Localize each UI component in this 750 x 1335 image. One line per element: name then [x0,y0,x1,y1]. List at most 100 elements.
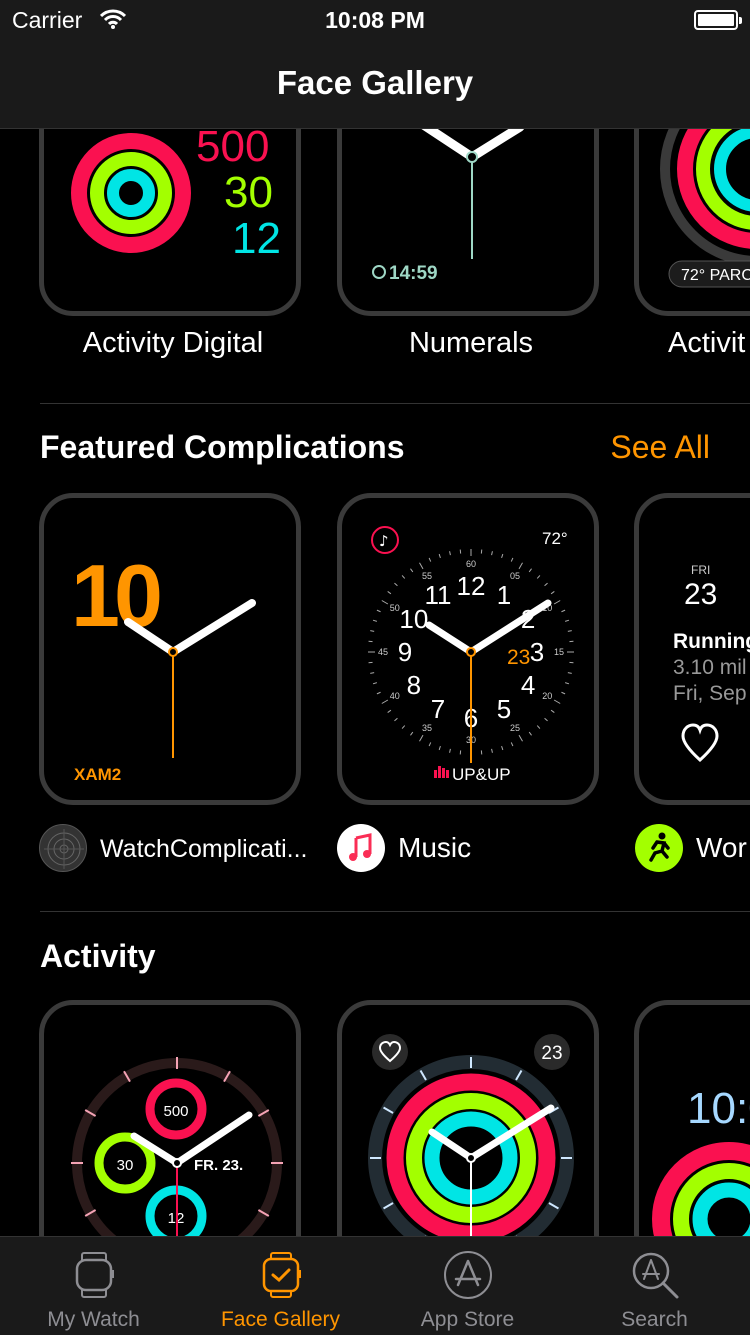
dial-tick [439,746,440,750]
date-complication: 23 [507,646,530,669]
workout-date: Fri, Sep [673,682,747,705]
watch-complications-preview: 10 XAM2 [44,498,296,800]
page-title: Face Gallery [0,64,750,102]
dial-tick [377,692,381,694]
status-bar: Carrier 10:08 PM [0,0,750,40]
custom-complication: XAM2 [74,765,121,784]
dial-tick [537,575,540,578]
exercise-value: 30 [224,168,273,217]
workout-distance: 3.10 mil [673,656,747,679]
dial-numeral: 1 [497,580,511,610]
dial-tick [554,601,560,605]
dial-tick [420,735,424,741]
dial-numeral: 11 [425,580,452,610]
dial-tick [537,726,540,729]
face-gallery-icon [255,1249,307,1301]
dial-tick [568,673,572,674]
face-watch-complications[interactable]: 10 XAM2 [39,493,301,805]
dial-numeral: 3 [530,637,544,667]
section-divider [40,403,750,404]
tab-bar: My Watch Face Gallery App Store Search [0,1236,750,1335]
dial-numeral: 5 [497,694,511,724]
tab-label: Search [561,1308,748,1332]
status-time: 10:08 PM [0,7,750,34]
dial-tick [545,583,548,586]
dial-tick [388,710,391,712]
dial-minute-label: 40 [390,691,400,701]
date-label: 23 [684,578,717,611]
comp-label-watch-complications: WatchComplicati... [100,835,307,864]
dial-numeral: 8 [407,670,421,700]
dial-tick [420,563,424,569]
face-label-numerals: Numerals [340,327,602,360]
dial-tick [410,732,412,735]
dial-tick [551,710,554,712]
search-icon [629,1249,681,1301]
tab-app-store[interactable]: App Store [374,1237,561,1335]
workout-app-icon [635,824,683,872]
temperature-complication: 72° [542,529,568,548]
dial-tick [511,558,513,562]
watch-icon [68,1249,120,1301]
dial-minute-label: 60 [466,559,476,569]
dial-tick [554,700,560,704]
dial-numeral: 7 [431,694,445,724]
heart-icon [683,725,717,760]
day-label: FRI [691,563,710,577]
dial-tick [561,610,565,612]
move-value: 500 [196,122,269,171]
dial-tick [511,742,513,746]
exercise-value: 30 [117,1157,134,1174]
dial-tick [373,683,377,684]
now-playing-complication: UP&UP [452,765,511,784]
dial-numeral: 12 [457,571,486,601]
dial-tick [568,631,572,632]
activity-title: Activity [40,938,156,975]
dial-tick [502,554,503,558]
svg-text:♪: ♪ [379,532,389,550]
dial-numeral: 4 [521,670,535,700]
dial-tick [502,746,503,750]
dial-tick [410,569,412,572]
tab-search[interactable]: Search [561,1237,748,1335]
dial-tick [565,683,569,684]
tab-face-gallery[interactable]: Face Gallery [187,1237,374,1335]
dial-tick [529,732,531,735]
stand-value: 12 [232,214,281,263]
workout-face-preview: FRI 23 Running 3.10 mil Fri, Sep [639,498,750,800]
dial-tick [561,692,565,694]
face-gallery-content: 500 30 12 Activity Digital 14:59 Numeral… [0,0,750,1334]
dial-tick [519,735,523,741]
dial-tick [551,591,554,593]
face-label-activity-digital: Activity Digital [42,327,304,360]
dial-tick [388,591,391,593]
dial-tick [439,554,440,558]
dial-tick [402,575,405,578]
dial-tick [565,620,569,621]
tab-my-watch[interactable]: My Watch [0,1237,187,1335]
tab-label: App Store [374,1308,561,1332]
see-all-link[interactable]: See All [610,429,710,466]
face-music-chronograph[interactable]: ♪ 72° 121234567891011 600510152025303540… [337,493,599,805]
face-workout-modular[interactable]: FRI 23 Running 3.10 mil Fri, Sep [634,493,750,805]
move-value: 500 [163,1103,188,1120]
dial-minute-label: 45 [378,647,388,657]
watch-complications-app-icon [39,824,87,872]
weather-complication: 72° PARCI [681,267,750,284]
dial-tick [394,583,397,586]
dial-tick [373,620,377,621]
tab-label: Face Gallery [187,1308,374,1332]
dial-minute-label: 55 [422,571,432,581]
dial-tick [450,551,451,555]
dial-tick [394,718,397,721]
workout-title: Running [673,630,750,653]
dial-tick [429,558,431,562]
face-label-activity-analog: Activit [668,327,750,360]
dial-tick [450,749,451,753]
dial-tick [382,700,388,704]
dial-tick [492,749,493,753]
dial-numeral: 9 [398,637,412,667]
dial-tick [429,742,431,746]
dial-minute-label: 05 [510,571,520,581]
music-app-icon [337,824,385,872]
